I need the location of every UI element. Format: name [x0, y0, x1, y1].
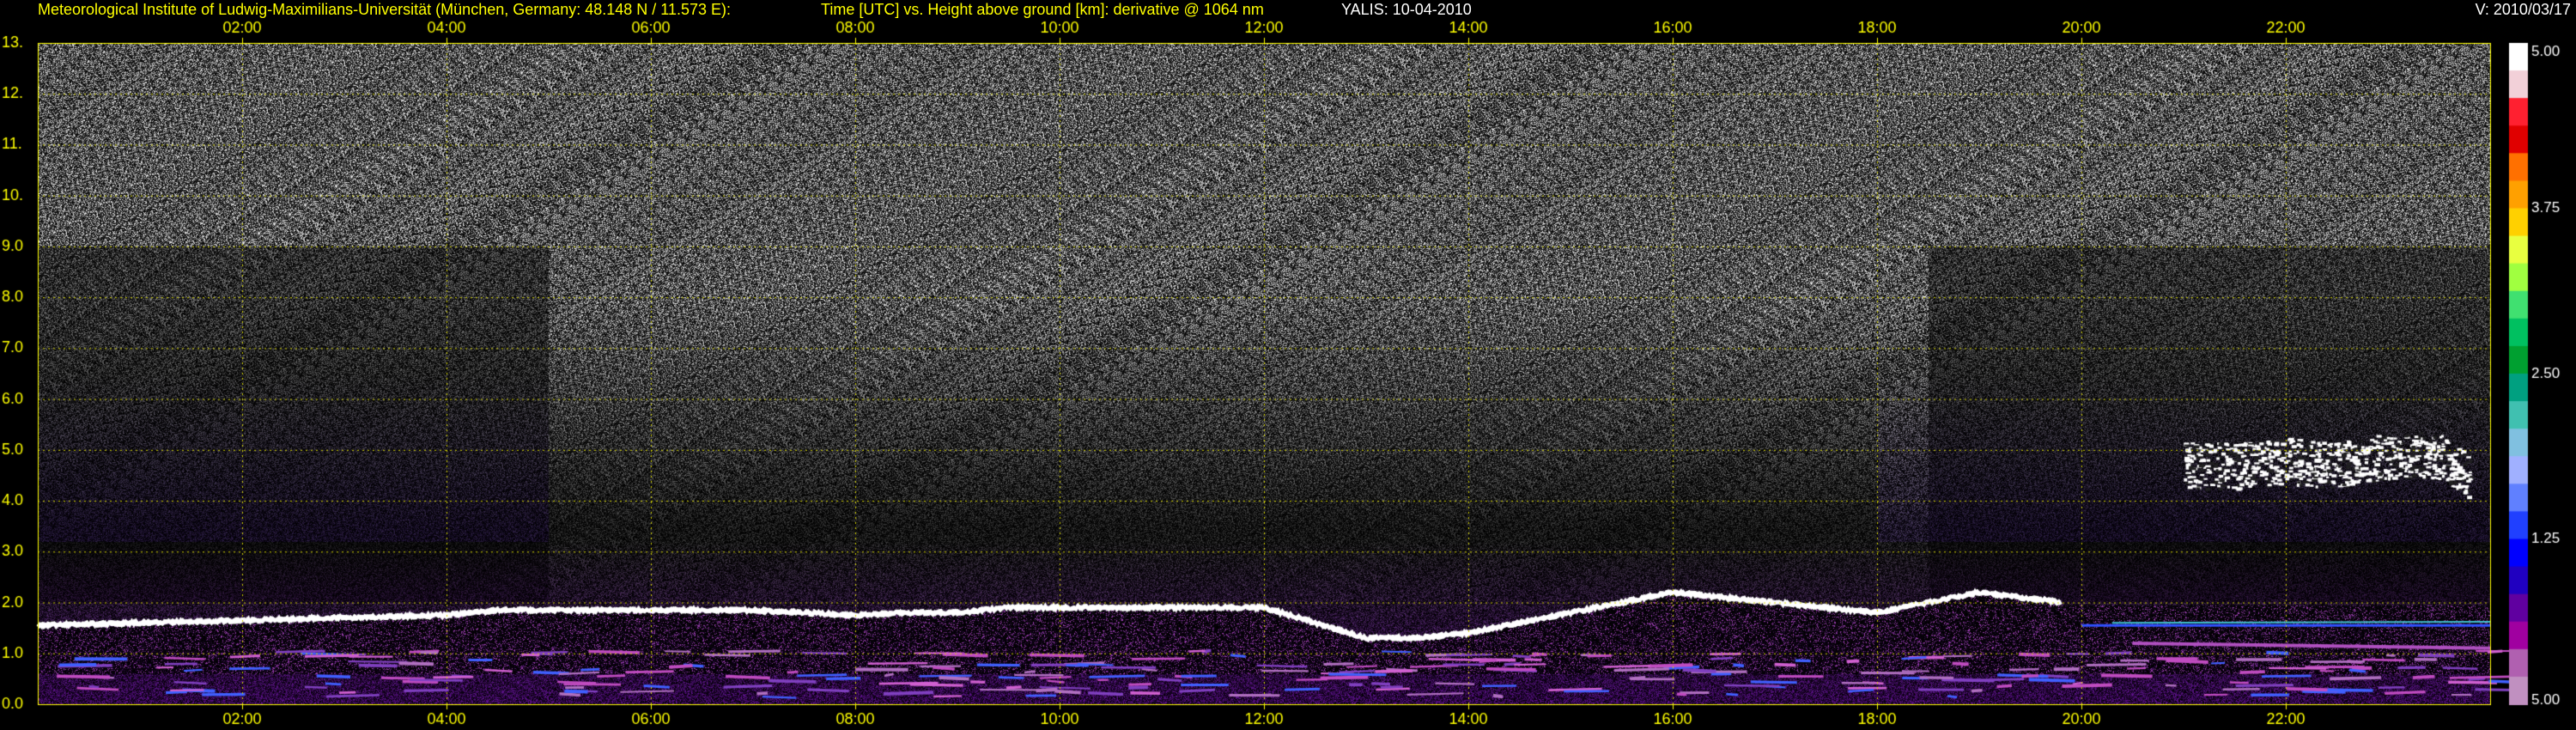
version-label: V: 2010/03/17	[2475, 1, 2571, 18]
institute-label: Meteorological Institute of Ludwig-Maxim…	[38, 1, 732, 18]
chart-title: Time [UTC] vs. Height above ground [km]:…	[821, 1, 1264, 18]
lidar-backscatter-chart	[0, 0, 2576, 730]
instrument-date: YALIS: 10-04-2010	[1341, 1, 1472, 18]
